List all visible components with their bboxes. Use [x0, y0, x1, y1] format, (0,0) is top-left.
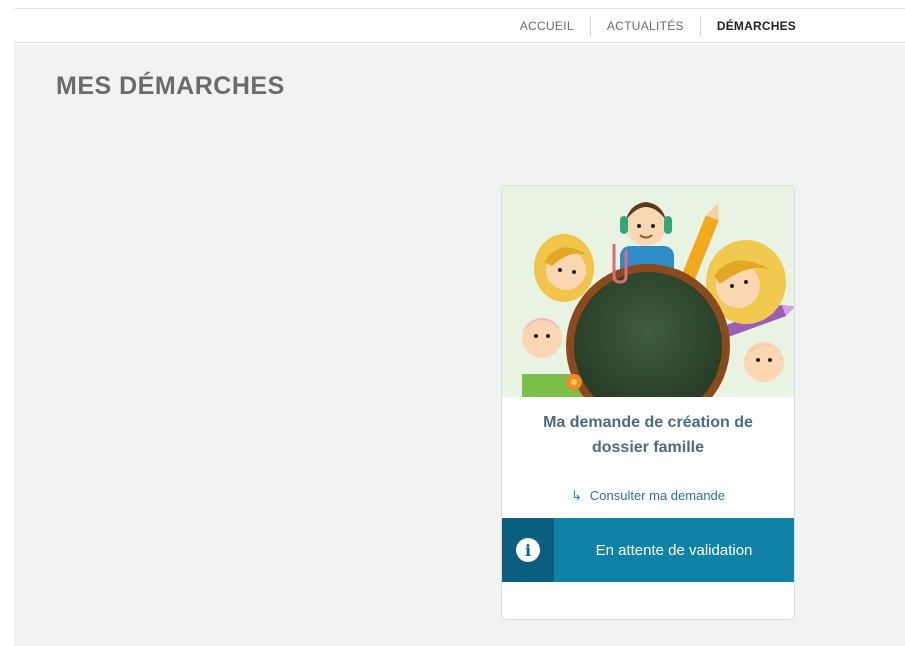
- status-icon-box: i: [502, 518, 554, 582]
- top-navigation: ACCUEIL ACTUALITÉS DÉMARCHES: [14, 8, 905, 43]
- consult-request-link[interactable]: ↳ Consulter ma demande: [502, 488, 794, 504]
- nav-item-actualites[interactable]: ACTUALITÉS: [591, 16, 700, 36]
- nav-item-demarches[interactable]: DÉMARCHES: [701, 16, 812, 36]
- nav-item-accueil[interactable]: ACCUEIL: [504, 16, 590, 36]
- status-label: En attente de validation: [595, 541, 753, 559]
- demarche-card[interactable]: Ma demande de création de dossier famill…: [501, 185, 795, 620]
- info-icon: i: [516, 538, 540, 562]
- nav-items: ACCUEIL ACTUALITÉS DÉMARCHES: [504, 9, 812, 43]
- return-arrow-icon: ↳: [570, 488, 582, 503]
- main-content: MES DÉMARCHES Ma demande de création de …: [14, 44, 905, 646]
- consult-request-label: Consulter ma demande: [589, 488, 726, 503]
- status-banner: i En attente de validation: [502, 518, 794, 582]
- children-around-chalkboard-illustration: [502, 186, 794, 397]
- card-title: Ma demande de création de dossier famill…: [543, 414, 753, 456]
- page-title: MES DÉMARCHES: [56, 72, 285, 100]
